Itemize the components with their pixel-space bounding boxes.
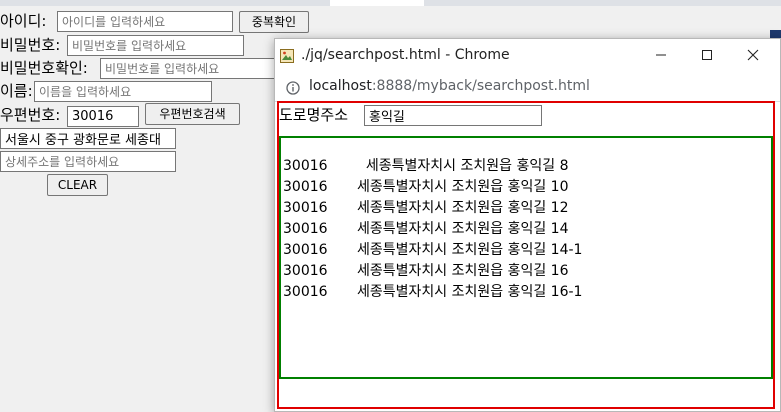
zip-input[interactable]: [67, 106, 139, 127]
minimize-icon: [655, 47, 667, 65]
popup-window: ./jq/searchpost.html - Chrome localhost:…: [274, 38, 781, 412]
zip-search-button[interactable]: 우편번호검색: [145, 103, 240, 125]
close-icon: [747, 47, 759, 65]
name-label: 이름:: [0, 82, 33, 100]
url-host: localhost: [309, 78, 372, 94]
result-row[interactable]: 30016 세종특별자치시 조치원읍 홍익길 10: [283, 177, 568, 197]
popup-title: ./jq/searchpost.html - Chrome: [301, 47, 510, 63]
id-label: 아이디:: [0, 12, 47, 30]
result-address: 세종특별자치시 조치원읍 홍익길 16-1: [357, 284, 583, 300]
result-row[interactable]: 30016 세종특별자치시 조치원읍 홍익길 16-1: [283, 282, 582, 302]
maximize-button[interactable]: [684, 39, 730, 73]
result-row[interactable]: 30016 세종특별자치시 조치원읍 홍익길 12: [283, 198, 568, 218]
result-zip: 30016: [283, 221, 328, 237]
password-label: 비밀번호:: [0, 36, 61, 54]
result-zip: 30016: [283, 284, 328, 300]
address-bar[interactable]: localhost:8888/myback/searchpost.html: [275, 73, 780, 102]
result-address: 세종특별자치시 조치원읍 홍익길 12: [357, 200, 569, 216]
road-address-label: 도로명주소: [279, 106, 349, 124]
address-input[interactable]: [0, 128, 176, 149]
search-result-area: 도로명주소 30016 세종특별자치시 조치원읍 홍익길 830016세종특별자…: [277, 101, 775, 409]
page-url: localhost:8888/myback/searchpost.html: [309, 78, 590, 94]
close-button[interactable]: [730, 39, 776, 73]
minimize-button[interactable]: [638, 39, 684, 73]
result-row[interactable]: 30016 세종특별자치시 조치원읍 홍익길 14-1: [283, 240, 582, 260]
url-path: :8888/myback/searchpost.html: [371, 78, 590, 94]
result-row[interactable]: 30016 세종특별자치시 조치원읍 홍익길 16: [283, 261, 568, 281]
maximize-icon: [701, 47, 713, 65]
result-list: 30016 세종특별자치시 조치원읍 홍익길 8 30016 세종특별자치시 조치원…: [279, 136, 773, 379]
result-zip: 30016: [283, 179, 328, 195]
password-confirm-input[interactable]: [100, 58, 276, 79]
result-row[interactable]: 30016 세종특별자치시 조치원읍 홍익길 14: [283, 219, 568, 239]
password-input[interactable]: [67, 35, 244, 56]
result-zip: 30016: [283, 263, 328, 279]
clear-button[interactable]: CLEAR: [47, 174, 108, 196]
result-zip: 30016: [283, 200, 328, 216]
result-zip: 30016: [283, 158, 328, 174]
result-address: 세종특별자치시 조치원읍 홍익길 14-1: [357, 242, 583, 258]
zip-label: 우편번호:: [0, 106, 61, 124]
id-input[interactable]: [57, 11, 233, 32]
result-address: 세종특별자치시 조치원읍 홍익길 10: [357, 179, 569, 195]
duplicate-check-button[interactable]: 중복확인: [239, 11, 309, 33]
result-address: 세종특별자치시 조치원읍 홍익길 8: [357, 158, 569, 174]
popup-titlebar[interactable]: ./jq/searchpost.html - Chrome: [275, 39, 780, 73]
page-icon: [280, 48, 294, 63]
result-zip: 30016: [283, 242, 328, 258]
result-address: 세종특별자치시 조치원읍 홍익길 16: [357, 263, 569, 279]
name-input[interactable]: [34, 81, 212, 102]
password-confirm-label: 비밀번호확인:: [0, 59, 88, 77]
info-icon[interactable]: [286, 80, 300, 95]
result-address: 세종특별자치시 조치원읍 홍익길 14: [357, 221, 569, 237]
result-row[interactable]: 30016 세종특별자치시 조치원읍 홍익길 8: [283, 156, 568, 176]
active-tab[interactable]: [330, 0, 424, 6]
road-address-input[interactable]: [364, 105, 542, 126]
detail-address-input[interactable]: [0, 151, 176, 172]
